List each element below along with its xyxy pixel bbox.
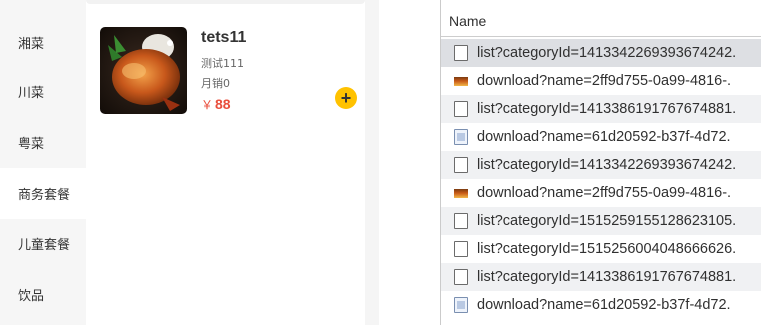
category-item-chuancai[interactable]: 川菜 (0, 66, 86, 117)
dish-sales: 月销0 (201, 77, 230, 90)
name-column-header[interactable]: Name (441, 6, 761, 37)
request-name: list?categoryId=1413386191767674881. (477, 269, 737, 285)
request-row[interactable]: download?name=2ff9d755-0a99-4816-. (441, 179, 761, 207)
request-row[interactable]: list?categoryId=1413386191767674881. (441, 95, 761, 123)
document-icon (454, 269, 468, 285)
price-value: 88 (215, 96, 231, 112)
request-row[interactable]: list?categoryId=1515256004048666626. (441, 235, 761, 263)
document-icon (454, 45, 468, 61)
dish-card[interactable]: tets11 测试111 月销0 ￥ 88 + (86, 0, 365, 140)
currency-symbol: ￥ (201, 98, 214, 112)
dish-price: ￥ 88 (201, 96, 231, 113)
image-icon (454, 188, 468, 198)
document-icon (454, 101, 468, 117)
request-row[interactable]: list?categoryId=1413386191767674881. (441, 263, 761, 291)
document-icon (454, 241, 468, 257)
request-row[interactable]: download?name=2ff9d755-0a99-4816-. (441, 67, 761, 95)
request-name: list?categoryId=1413342269393674242. (477, 157, 737, 173)
file-icon (454, 129, 468, 145)
request-row[interactable]: download?name=61d20592-b37f-4d72. (441, 123, 761, 151)
category-item-xiangcai[interactable]: 湘菜 (0, 17, 86, 68)
dish-description: 测试111 (201, 57, 244, 70)
request-name: download?name=2ff9d755-0a99-4816-. (477, 73, 732, 89)
request-name: download?name=61d20592-b37f-4d72. (477, 129, 731, 145)
devtools-left-region (379, 0, 440, 325)
request-row[interactable]: download?name=61d20592-b37f-4d72. (441, 291, 761, 319)
add-to-cart-button[interactable]: + (335, 87, 357, 109)
file-icon (454, 297, 468, 313)
category-item-yuecai[interactable]: 粤菜 (0, 117, 86, 168)
app-pane: 湘菜 川菜 粤菜 商务套餐 儿童套餐 饮品 tets11 测试111 月销0 ￥… (0, 0, 379, 325)
category-item-business-set[interactable]: 商务套餐 (0, 168, 86, 219)
category-sidebar: 湘菜 川菜 粤菜 商务套餐 儿童套餐 饮品 (0, 0, 86, 325)
plus-icon: + (340, 88, 352, 108)
request-name: list?categoryId=1515259155128623105. (477, 213, 737, 229)
category-item-drinks[interactable]: 饮品 (0, 269, 86, 320)
request-name: list?categoryId=1515256004048666626. (477, 241, 737, 257)
devtools-network-panel: Name list?categoryId=1413342269393674242… (379, 0, 761, 325)
category-item-kids-set[interactable]: 儿童套餐 (0, 218, 86, 269)
request-row[interactable]: list?categoryId=1413342269393674242. (441, 151, 761, 179)
dish-image[interactable] (100, 27, 187, 114)
image-icon (454, 76, 468, 86)
document-icon (454, 213, 468, 229)
network-request-table: Name list?categoryId=1413342269393674242… (441, 0, 761, 325)
request-row[interactable]: list?categoryId=1413342269393674242. (441, 39, 761, 67)
request-name: list?categoryId=1413386191767674881. (477, 101, 737, 117)
name-column-label: Name (449, 13, 487, 29)
dish-name: tets11 (201, 29, 247, 46)
request-name: list?categoryId=1413342269393674242. (477, 45, 737, 61)
scroll-gutter (365, 0, 379, 325)
request-name: download?name=2ff9d755-0a99-4816-. (477, 185, 732, 201)
document-icon (454, 157, 468, 173)
request-row[interactable]: list?categoryId=1515259155128623105. (441, 207, 761, 235)
request-name: download?name=61d20592-b37f-4d72. (477, 297, 731, 313)
